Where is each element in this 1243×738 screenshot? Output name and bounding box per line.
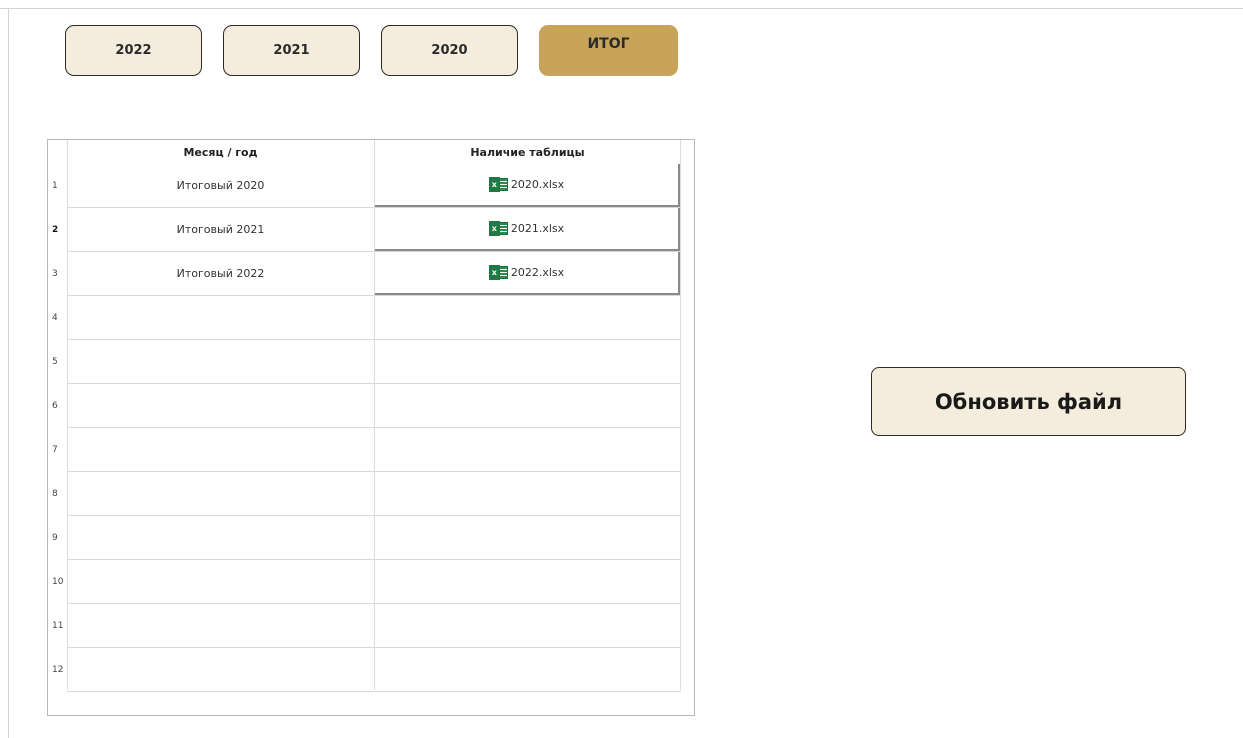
table-row: 5 [48,340,681,384]
table-header: Месяц / год Наличие таблицы [48,140,694,164]
period-cell: Итоговый 2021 [176,223,265,236]
table-row: 11 [48,604,681,648]
file-link-button[interactable]: x 2022.xlsx [375,252,680,295]
frame-left-border [8,8,9,738]
period-cell [67,384,374,428]
excel-file-icon: x [488,221,508,236]
table-row: 8 [48,472,681,516]
period-cell [67,428,374,472]
period-cell [67,516,374,560]
row-number: 9 [52,533,58,543]
period-cell [67,340,374,384]
file-link-button[interactable]: x 2020.xlsx [375,164,680,207]
file-link-button[interactable]: x 2021.xlsx [375,208,680,251]
row-number: 4 [52,313,58,323]
period-cell: Итоговый 2020 [176,179,265,192]
excel-file-icon: x [488,265,508,280]
column-header-period: Месяц / год [183,146,258,159]
file-name: 2021.xlsx [510,222,565,235]
row-number: 5 [52,357,58,367]
row-number: 7 [52,445,58,455]
table-row: 12 [48,648,681,692]
tab-2021[interactable]: 2021 [223,25,360,76]
excel-badge: x [488,177,500,192]
table-row: 10 [48,560,681,604]
row-number: 3 [52,269,58,279]
period-cell [67,472,374,516]
summary-table: Месяц / год Наличие таблицы 1 Итоговый 20… [47,139,695,716]
period-cell [67,648,374,692]
table-row: 6 [48,384,681,428]
tab-2022[interactable]: 2022 [65,25,202,76]
tab-total[interactable]: ИТОГ [539,25,678,76]
table-row: 3 Итоговый 2022 x 2022.xlsx [48,252,681,296]
table-row: 7 [48,428,681,472]
table-row: 9 [48,516,681,560]
excel-file-icon: x [488,177,508,192]
period-cell [67,560,374,604]
row-number: 10 [52,577,64,587]
period-cell: Итоговый 2022 [176,267,265,280]
excel-badge: x [488,265,500,280]
table-row: 1 Итоговый 2020 x 2020.xlsx [48,164,681,208]
file-name: 2022.xlsx [510,266,565,279]
row-number: 6 [52,401,58,411]
file-name: 2020.xlsx [510,178,565,191]
row-number: 11 [52,621,64,631]
row-number: 12 [52,665,64,675]
period-cell [67,296,374,340]
row-divider [67,691,681,692]
row-number: 8 [52,489,58,499]
column-header-file: Наличие таблицы [470,146,585,159]
frame-top-border [0,8,1243,9]
row-number: 1 [52,181,58,191]
update-file-button[interactable]: Обновить файл [871,367,1186,436]
excel-badge: x [488,221,500,236]
period-cell [67,604,374,648]
table-row: 4 [48,296,681,340]
table-row: 2 Итоговый 2021 x 2021.xlsx [48,208,681,252]
row-number: 2 [52,225,59,235]
column-divider [680,140,681,690]
tab-2020[interactable]: 2020 [381,25,518,76]
